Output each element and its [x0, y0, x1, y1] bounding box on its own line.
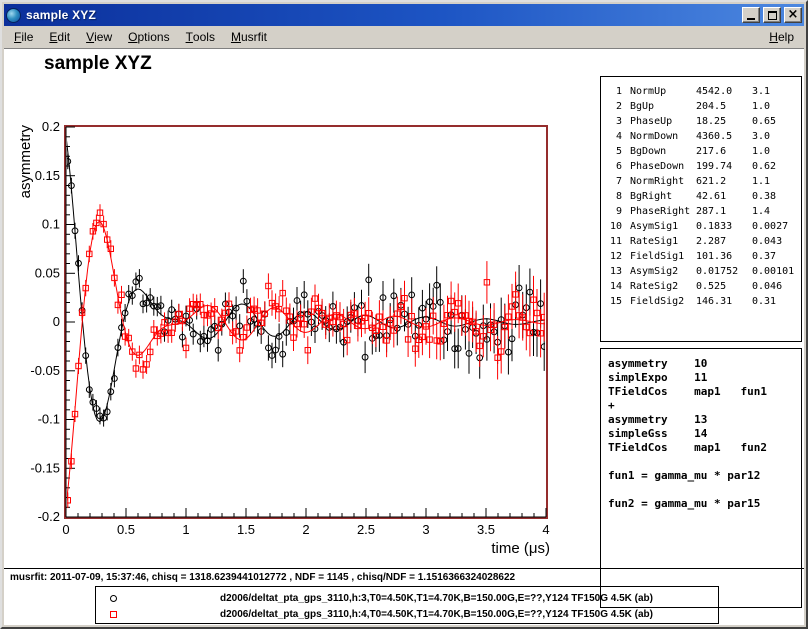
plot-frame	[65, 126, 547, 518]
x-tick-label: 1	[182, 522, 189, 537]
y-axis-title: asymmetry	[17, 125, 34, 199]
legend: d2006/deltat_pta_gps_3110,h:3,T0=4.50K,T…	[95, 586, 719, 624]
theory-line: fun1 = gamma_mu * par12	[608, 469, 801, 483]
y-tick-label: 0.05	[35, 265, 60, 280]
y-tick-label: -0.15	[30, 460, 60, 475]
y-tick-label: 0	[53, 314, 60, 329]
legend-entry-label: d2006/deltat_pta_gps_3110,h:4,T0=4.50K,T…	[220, 609, 653, 620]
menu-item-tools[interactable]: Tools	[178, 26, 223, 48]
param-row-RateSig1: 11RateSig12.2870.043	[606, 234, 801, 249]
theory-lines: asymmetry 10simplExpo 11TFieldCos map1 f…	[608, 357, 801, 511]
bottom-separator	[4, 568, 804, 569]
circle-marker-icon	[110, 595, 117, 602]
y-tick-label: -0.1	[38, 412, 60, 427]
x-axis-title: time (μs)	[491, 540, 550, 557]
menu-item-musrfit[interactable]: Musrfit	[223, 26, 275, 48]
param-row-BgRight: 8BgRight42.610.38	[606, 189, 801, 204]
x-tick-label: 3.5	[477, 522, 495, 537]
legend-entry: d2006/deltat_pta_gps_3110,h:3,T0=4.50K,T…	[96, 590, 718, 606]
maximize-button[interactable]	[763, 7, 781, 23]
param-row-BgUp: 2BgUp204.51.0	[606, 99, 801, 114]
param-row-FieldSig1: 12FieldSig1101.360.37	[606, 249, 801, 264]
fit-curve-square	[66, 222, 546, 507]
y-tick-label: 0.15	[35, 168, 60, 183]
parameter-table: 1NormUp4542.03.12BgUp204.51.03PhaseUp18.…	[600, 76, 802, 342]
x-tick-label: 0	[62, 522, 69, 537]
minimize-icon	[747, 18, 755, 20]
legend-rows: d2006/deltat_pta_gps_3110,h:3,T0=4.50K,T…	[96, 590, 718, 622]
theory-line: +	[608, 399, 801, 413]
canvas-area: sample XYZ 0 0.5 1 1.5 2 2.5 3 3.5 4 0.2 0.15 0.1 0.…	[4, 48, 804, 625]
legend-entry: d2006/deltat_pta_gps_3110,h:4,T0=4.50K,T…	[96, 606, 718, 622]
param-row-PhaseDown: 6PhaseDown199.740.62	[606, 159, 801, 174]
param-row-AsymSig2: 13AsymSig20.017520.00101	[606, 264, 801, 279]
asymmetry-plot[interactable]: 0 0.5 1 1.5 2 2.5 3 3.5 4 0.2 0.15 0.1 0.05 0 -0.05 -0.…	[6, 114, 586, 564]
menu-item-file[interactable]: File	[6, 26, 41, 48]
y-tick-label: 0.2	[42, 119, 60, 134]
musrview-window: sample XYZ × FileEditViewOptionsToolsMus…	[0, 0, 808, 629]
theory-line	[608, 483, 801, 497]
param-row-NormDown: 4NormDown4360.53.0	[606, 129, 801, 144]
menu-item-options[interactable]: Options	[120, 26, 177, 48]
x-tick-label: 4	[542, 522, 549, 537]
x-tick-label: 2	[302, 522, 309, 537]
menu-right: Help	[761, 26, 802, 48]
param-row-BgDown: 5BgDown217.61.0	[606, 144, 801, 159]
param-row-PhaseRight: 9PhaseRight287.11.4	[606, 204, 801, 219]
menu-item-view[interactable]: View	[78, 26, 120, 48]
y-tick-label: 0.1	[42, 217, 60, 232]
theory-line	[608, 455, 801, 469]
param-row-PhaseUp: 3PhaseUp18.250.65	[606, 114, 801, 129]
x-tick-label: 0.5	[117, 522, 135, 537]
close-button[interactable]: ×	[784, 7, 802, 23]
y-tick-label: -0.05	[30, 363, 60, 378]
x-tick-label: 1.5	[237, 522, 255, 537]
menu-item-help[interactable]: Help	[761, 26, 802, 48]
fit-stats-line: musrfit: 2011-07-09, 15:37:46, chisq = 1…	[10, 572, 515, 583]
x-tick-label: 3	[422, 522, 429, 537]
close-icon: ×	[788, 10, 799, 20]
x-tick-label: 2.5	[357, 522, 375, 537]
legend-entry-label: d2006/deltat_pta_gps_3110,h:3,T0=4.50K,T…	[220, 593, 653, 604]
fit-curve-circle	[66, 136, 546, 422]
theory-line: simpleGss 14	[608, 427, 801, 441]
theory-block: asymmetry 10simplExpo 11TFieldCos map1 f…	[600, 348, 802, 608]
menu-item-edit[interactable]: Edit	[41, 26, 78, 48]
theory-line: asymmetry 10	[608, 357, 801, 371]
title-bar[interactable]: sample XYZ ×	[4, 4, 804, 26]
param-row-AsymSig1: 10AsymSig10.18330.0027	[606, 219, 801, 234]
param-row-NormUp: 1NormUp4542.03.1	[606, 84, 801, 99]
param-row-RateSig2: 14RateSig20.5250.046	[606, 279, 801, 294]
app-icon	[6, 8, 21, 23]
param-row-NormRight: 7NormRight621.21.1	[606, 174, 801, 189]
square-marker-icon	[110, 611, 117, 618]
data-series-circle	[65, 154, 547, 427]
maximize-icon	[768, 11, 777, 20]
menu-left: FileEditViewOptionsToolsMusrfit	[6, 26, 275, 48]
menu-bar: FileEditViewOptionsToolsMusrfit Help	[4, 26, 804, 48]
window-title: sample XYZ	[24, 8, 739, 22]
param-row-FieldSig2: 15FieldSig2146.310.31	[606, 294, 801, 309]
parameter-rows: 1NormUp4542.03.12BgUp204.51.03PhaseUp18.…	[606, 84, 801, 309]
plot-title: sample XYZ	[44, 53, 152, 75]
minimize-button[interactable]	[742, 7, 760, 23]
theory-line: TFieldCos map1 fun1	[608, 385, 801, 399]
theory-line: TFieldCos map1 fun2	[608, 441, 801, 455]
data-series-square	[65, 204, 547, 508]
theory-line: asymmetry 13	[608, 413, 801, 427]
theory-line: simplExpo 11	[608, 371, 801, 385]
theory-line: fun2 = gamma_mu * par15	[608, 497, 801, 511]
y-tick-label: -0.2	[38, 509, 60, 524]
